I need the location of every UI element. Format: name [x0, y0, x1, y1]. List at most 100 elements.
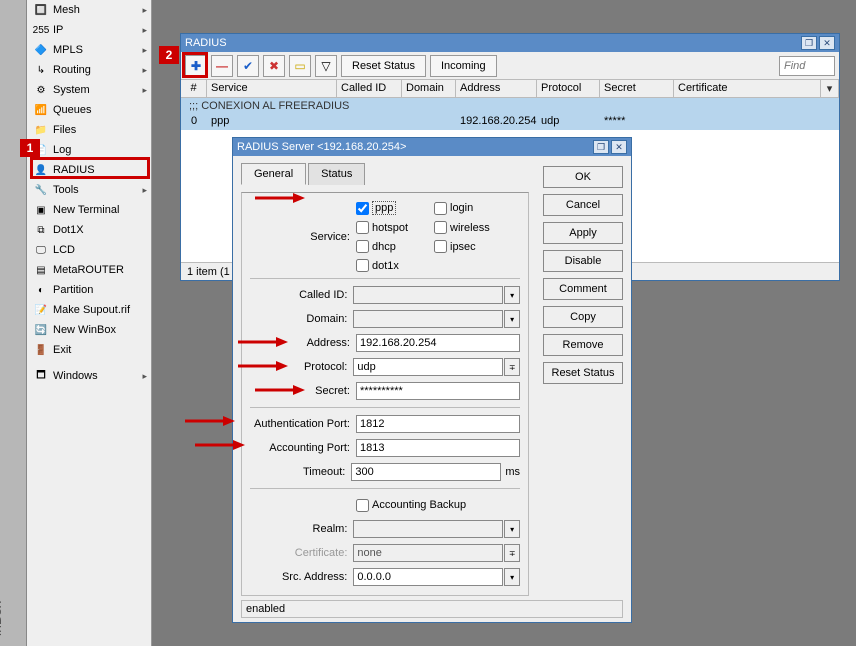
radius-titlebar: RADIUS ❐ ✕ [181, 34, 839, 52]
remove-button[interactable]: — [211, 55, 233, 77]
sidebar-item-label: New WinBox [53, 324, 116, 336]
sidebar-item-mpls[interactable]: 🔷MPLS▸ [27, 40, 151, 60]
sidebar-item-partition[interactable]: ◐Partition [27, 280, 151, 300]
tab-status[interactable]: Status [308, 163, 365, 185]
input-secret[interactable] [356, 382, 520, 400]
th-address[interactable]: Address [456, 80, 537, 97]
window-restore-icon[interactable]: ❐ [801, 36, 817, 50]
sidebar-label-windows: Windows [53, 370, 98, 382]
th-idx[interactable]: # [181, 80, 207, 97]
label-auth-port: Authentication Port: [250, 418, 350, 430]
comment-button[interactable]: ▭ [289, 55, 311, 77]
sidebar-item-label: Mesh [53, 4, 80, 16]
cell-idx: 0 [181, 114, 207, 130]
row-comment[interactable]: ;;; CONEXION AL FREERADIUS [181, 98, 839, 114]
disable-button[interactable]: Disable [543, 250, 623, 272]
copy-button[interactable]: Copy [543, 306, 623, 328]
domain-dropdown-icon[interactable]: ▾ [504, 310, 520, 328]
cell-address: 192.168.20.254 [456, 114, 537, 130]
disable-button[interactable]: ✖ [263, 55, 285, 77]
check-dhcp[interactable]: dhcp [356, 240, 416, 253]
cell-protocol: udp [537, 114, 600, 130]
called-dropdown-icon[interactable]: ▾ [504, 286, 520, 304]
sidebar-item-radius[interactable]: 👤RADIUS [27, 160, 151, 180]
input-acct-port[interactable] [356, 439, 520, 457]
realm-dropdown-icon[interactable]: ▾ [504, 520, 520, 538]
sidebar-item-dot1x[interactable]: ⧉Dot1X [27, 220, 151, 240]
sidebar-item-system[interactable]: ⚙System▸ [27, 80, 151, 100]
th-called[interactable]: Called ID [337, 80, 402, 97]
protocol-dropdown-icon[interactable]: ∓ [504, 358, 520, 376]
sidebar-item-label: System [53, 84, 90, 96]
sidebar-item-make-supout.rif[interactable]: 📝Make Supout.rif [27, 300, 151, 320]
check-login[interactable]: login [434, 201, 494, 215]
th-secret[interactable]: Secret [600, 80, 674, 97]
th-service[interactable]: Service [207, 80, 337, 97]
sidebar-item-queues[interactable]: 📶Queues [27, 100, 151, 120]
src-dropdown-icon[interactable]: ▾ [504, 568, 520, 586]
window-close-icon[interactable]: ✕ [819, 36, 835, 50]
enable-button[interactable]: ✔ [237, 55, 259, 77]
sidebar-item-label: Tools [53, 184, 79, 196]
input-auth-port[interactable] [356, 415, 520, 433]
server-title: RADIUS Server <192.168.20.254> [237, 141, 406, 153]
sidebar-item-lcd[interactable]: 🖵LCD [27, 240, 151, 260]
remove-button-dialog[interactable]: Remove [543, 334, 623, 356]
tab-general[interactable]: General [241, 163, 306, 185]
sidebar-item-exit[interactable]: 🚪Exit [27, 340, 151, 360]
new-winbox-icon: 🔄 [33, 322, 49, 338]
callout-badge-1: 1 [20, 139, 40, 157]
th-dropdown-icon[interactable]: ▾ [821, 80, 839, 97]
input-realm[interactable] [353, 520, 503, 538]
sidebar-item-metarouter[interactable]: ▤MetaROUTER [27, 260, 151, 280]
table-row[interactable]: 0 ppp 192.168.20.254 udp ***** [181, 114, 839, 130]
sidebar-item-label: Make Supout.rif [53, 304, 130, 316]
find-input[interactable] [779, 56, 835, 76]
input-protocol[interactable] [353, 358, 503, 376]
reset-status-button[interactable]: Reset Status [341, 55, 426, 77]
check-dot1x[interactable]: dot1x [356, 259, 416, 272]
check-ppp[interactable]: ppp [356, 201, 416, 215]
sidebar-item-ip[interactable]: 255IP▸ [27, 20, 151, 40]
sidebar-item-new-winbox[interactable]: 🔄 New WinBox [27, 320, 151, 340]
th-cert[interactable]: Certificate [674, 80, 821, 97]
input-src-addr[interactable] [353, 568, 503, 586]
add-button[interactable]: ✚ [185, 55, 207, 77]
check-wireless[interactable]: wireless [434, 221, 494, 234]
input-domain[interactable] [353, 310, 503, 328]
sidebar-item-windows[interactable]: 🗖 Windows ▸ [27, 366, 151, 386]
arrow-auth-port [185, 415, 235, 427]
ok-button[interactable]: OK [543, 166, 623, 188]
input-timeout[interactable] [351, 463, 501, 481]
sidebar-item-label: MPLS [53, 44, 83, 56]
comment-btn[interactable]: Comment [543, 278, 623, 300]
filter-button[interactable]: ▽ [315, 55, 337, 77]
input-called-id[interactable] [353, 286, 503, 304]
sidebar-item-mesh[interactable]: 🔲Mesh▸ [27, 0, 151, 20]
check-ipsec[interactable]: ipsec [434, 240, 494, 253]
th-protocol[interactable]: Protocol [537, 80, 600, 97]
label-src-addr: Src. Address: [250, 571, 347, 583]
apply-button[interactable]: Apply [543, 222, 623, 244]
queues-icon: 📶 [33, 102, 49, 118]
th-domain[interactable]: Domain [402, 80, 456, 97]
incoming-button[interactable]: Incoming [430, 55, 497, 77]
sidebar-item-log[interactable]: 📄Log [27, 140, 151, 160]
input-address[interactable] [356, 334, 520, 352]
radius-title: RADIUS [185, 37, 227, 49]
dialog-status: enabled [241, 600, 623, 618]
sidebar-item-new-terminal[interactable]: ▣New Terminal [27, 200, 151, 220]
sidebar-item-label: MetaROUTER [53, 264, 124, 276]
reset-status-button-dialog[interactable]: Reset Status [543, 362, 623, 384]
sidebar-item-files[interactable]: 📁Files [27, 120, 151, 140]
cert-dropdown-icon[interactable]: ∓ [504, 544, 520, 562]
mpls-icon: 🔷 [33, 42, 49, 58]
sidebar-item-routing[interactable]: ↳Routing▸ [27, 60, 151, 80]
check-acct-backup[interactable]: Accounting Backup [356, 499, 466, 512]
dialog-restore-icon[interactable]: ❐ [593, 140, 609, 154]
sidebar-item-tools[interactable]: 🔧Tools▸ [27, 180, 151, 200]
dialog-close-icon[interactable]: ✕ [611, 140, 627, 154]
check-hotspot[interactable]: hotspot [356, 221, 416, 234]
cancel-button[interactable]: Cancel [543, 194, 623, 216]
routing-icon: ↳ [33, 62, 49, 78]
